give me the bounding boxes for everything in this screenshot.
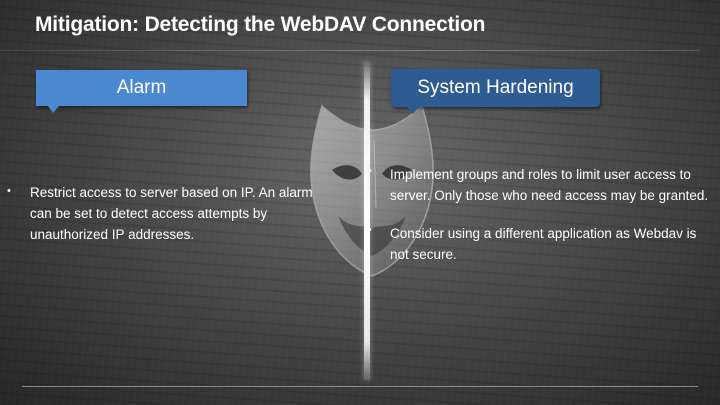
bullet-icon: •: [7, 185, 11, 197]
bullet-icon: •: [368, 165, 372, 177]
alarm-heading-label: Alarm: [116, 77, 167, 98]
alarm-heading: Alarm: [36, 70, 247, 113]
bullet-text: Implement groups and roles to limit user…: [390, 167, 709, 203]
system-hardening-heading: System Hardening: [391, 69, 600, 114]
slide-title: Mitigation: Detecting the WebDAV Connect…: [35, 13, 486, 36]
list-item: • Consider using a different application…: [368, 223, 715, 265]
alarm-bullet-list: • Restrict access to server based on IP.…: [7, 182, 330, 245]
bullet-text: Consider using a different application a…: [390, 226, 697, 262]
list-item: • Restrict access to server based on IP.…: [7, 182, 330, 245]
system-hardening-heading-label: System Hardening: [417, 77, 574, 98]
vertical-divider: [364, 62, 370, 380]
list-item: • Implement groups and roles to limit us…: [368, 164, 715, 206]
hardening-bullet-list: • Implement groups and roles to limit us…: [368, 164, 715, 265]
footer-divider: [22, 386, 698, 387]
bullet-text: Restrict access to server based on IP. A…: [30, 185, 313, 242]
slide: Mitigation: Detecting the WebDAV Connect…: [0, 0, 720, 405]
title-divider: [0, 50, 700, 51]
bullet-icon: •: [368, 224, 372, 236]
